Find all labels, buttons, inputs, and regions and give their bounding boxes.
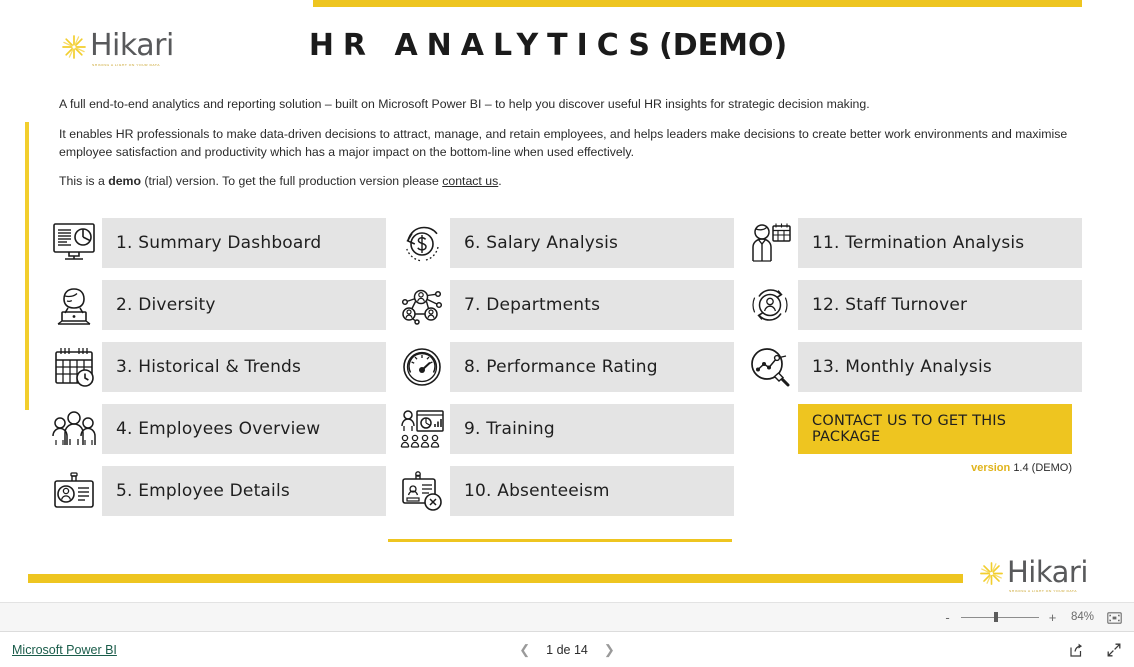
intro-3-mid: (trial) version. To get the full product… — [141, 174, 443, 188]
menu-item-label: 8. Performance Rating — [450, 342, 734, 392]
menu-item-termination-analysis[interactable]: 11. Termination Analysis — [742, 218, 1082, 268]
menu-item-label: 2. Diversity — [102, 280, 386, 330]
menu-item-departments[interactable]: 7. Departments — [394, 280, 734, 330]
menu-item-label: 4. Employees Overview — [102, 404, 386, 454]
intro-3-bold: demo — [108, 174, 141, 188]
menu-item-label: 10. Absenteeism — [450, 466, 734, 516]
calendar-clock-icon — [46, 342, 102, 392]
org-network-icon — [394, 280, 450, 330]
fit-to-page-icon[interactable] — [1107, 611, 1122, 624]
person-calendar-icon — [742, 218, 798, 268]
zoom-slider-handle[interactable] — [993, 612, 998, 622]
logo-tagline: SHINING A LIGHT ON YOUR DATA — [1009, 589, 1078, 593]
menu-item-performance-rating[interactable]: 8. Performance Rating — [394, 342, 734, 392]
intro-paragraph-1: A full end-to-end analytics and reportin… — [59, 97, 870, 111]
person-cycle-icon — [742, 280, 798, 330]
menu-item-label: 9. Training — [450, 404, 734, 454]
page-navigation: ❮ 1 de 14 ❯ — [0, 643, 1134, 657]
id-badge-icon — [46, 466, 102, 516]
zoom-in-button[interactable]: + — [1048, 611, 1057, 624]
menu-item-label: 6. Salary Analysis — [450, 218, 734, 268]
zoom-out-button[interactable]: - — [943, 611, 952, 624]
fullscreen-icon[interactable] — [1106, 642, 1122, 658]
contact-us-link[interactable]: contact us — [442, 174, 498, 188]
bottom-accent-rule — [28, 574, 963, 583]
menu-item-diversity[interactable]: 2. Diversity — [46, 280, 386, 330]
intro-3-post: . — [498, 174, 502, 188]
status-bar: Microsoft Power BI ❮ 1 de 14 ❯ — [0, 632, 1134, 667]
top-accent-rule — [313, 0, 1082, 7]
menu-item-label: 5. Employee Details — [102, 466, 386, 516]
menu-item-label: 7. Departments — [450, 280, 734, 330]
menu-column-1: 1. Summary Dashboard 2. Diversity 3. His… — [46, 218, 386, 528]
person-laptop-icon — [46, 280, 102, 330]
logo-wordmark: Hikari — [1007, 555, 1088, 589]
people-group-icon — [46, 404, 102, 454]
training-presentation-icon — [394, 404, 450, 454]
menu-item-label: 13. Monthly Analysis — [798, 342, 1082, 392]
page-indicator: 1 de 14 — [546, 642, 588, 657]
version-label: version — [971, 462, 1011, 474]
menu-item-label: 3. Historical & Trends — [102, 342, 386, 392]
report-page: Hikari SHINING A LIGHT ON YOUR DATA HR A… — [0, 0, 1134, 602]
menu-item-employees-overview[interactable]: 4. Employees Overview — [46, 404, 386, 454]
chevron-left-icon[interactable]: ❮ — [519, 643, 530, 656]
intro-paragraph-2: It enables HR professionals to make data… — [59, 127, 1068, 159]
mid-accent-rule — [388, 539, 732, 542]
monitor-chart-icon — [46, 218, 102, 268]
version-value: 1.4 (DEMO) — [1013, 462, 1072, 474]
menu-column-2: 6. Salary Analysis 7. Departments 8. Per… — [394, 218, 734, 528]
zoom-slider[interactable] — [961, 612, 1039, 622]
starburst-icon — [978, 560, 1005, 592]
version-info: version 1.4 (DEMO) — [798, 462, 1072, 474]
menu-item-staff-turnover[interactable]: 12. Staff Turnover — [742, 280, 1082, 330]
dollar-refresh-icon — [394, 218, 450, 268]
page-title: HR ANALYTICS(DEMO) — [0, 28, 1096, 63]
logo-tagline: SHINING A LIGHT ON YOUR DATA — [92, 63, 161, 67]
menu-item-label: 12. Staff Turnover — [798, 280, 1082, 330]
page-title-suffix: (DEMO) — [658, 28, 788, 63]
chevron-right-icon[interactable]: ❯ — [604, 643, 615, 656]
share-icon[interactable] — [1068, 642, 1084, 658]
status-bar-actions — [1068, 642, 1122, 658]
logo-text: Hikari SHINING A LIGHT ON YOUR DATA — [1007, 558, 1088, 593]
menu-item-summary-dashboard[interactable]: 1. Summary Dashboard — [46, 218, 386, 268]
intro-paragraph-3: This is a demo (trial) version. To get t… — [59, 173, 1074, 191]
powerbi-embed-viewer: Hikari SHINING A LIGHT ON YOUR DATA HR A… — [0, 0, 1134, 667]
menu-item-monthly-analysis[interactable]: 13. Monthly Analysis — [742, 342, 1082, 392]
badge-cancel-icon — [394, 466, 450, 516]
magnifier-chart-icon — [742, 342, 798, 392]
menu-item-employee-details[interactable]: 5. Employee Details — [46, 466, 386, 516]
zoom-percent-label: 84% — [1070, 611, 1094, 623]
menu-item-historical-trends[interactable]: 3. Historical & Trends — [46, 342, 386, 392]
menu-item-label: 1. Summary Dashboard — [102, 218, 386, 268]
page-title-main: HR ANALYTICS — [308, 28, 659, 63]
menu-item-training[interactable]: 9. Training — [394, 404, 734, 454]
footer-logo: Hikari SHINING A LIGHT ON YOUR DATA — [978, 558, 1088, 593]
menu-column-3: 11. Termination Analysis 12. Staff Turno… — [742, 218, 1082, 474]
gauge-icon — [394, 342, 450, 392]
contact-us-cta-button[interactable]: CONTACT US TO GET THIS PACKAGE — [798, 404, 1072, 454]
menu-item-absenteeism[interactable]: 10. Absenteeism — [394, 466, 734, 516]
intro-3-pre: This is a — [59, 174, 109, 188]
zoom-toolbar: - + 84% — [0, 602, 1134, 632]
left-accent-rule — [25, 122, 29, 410]
menu-item-salary-analysis[interactable]: 6. Salary Analysis — [394, 218, 734, 268]
menu-item-label: 11. Termination Analysis — [798, 218, 1082, 268]
